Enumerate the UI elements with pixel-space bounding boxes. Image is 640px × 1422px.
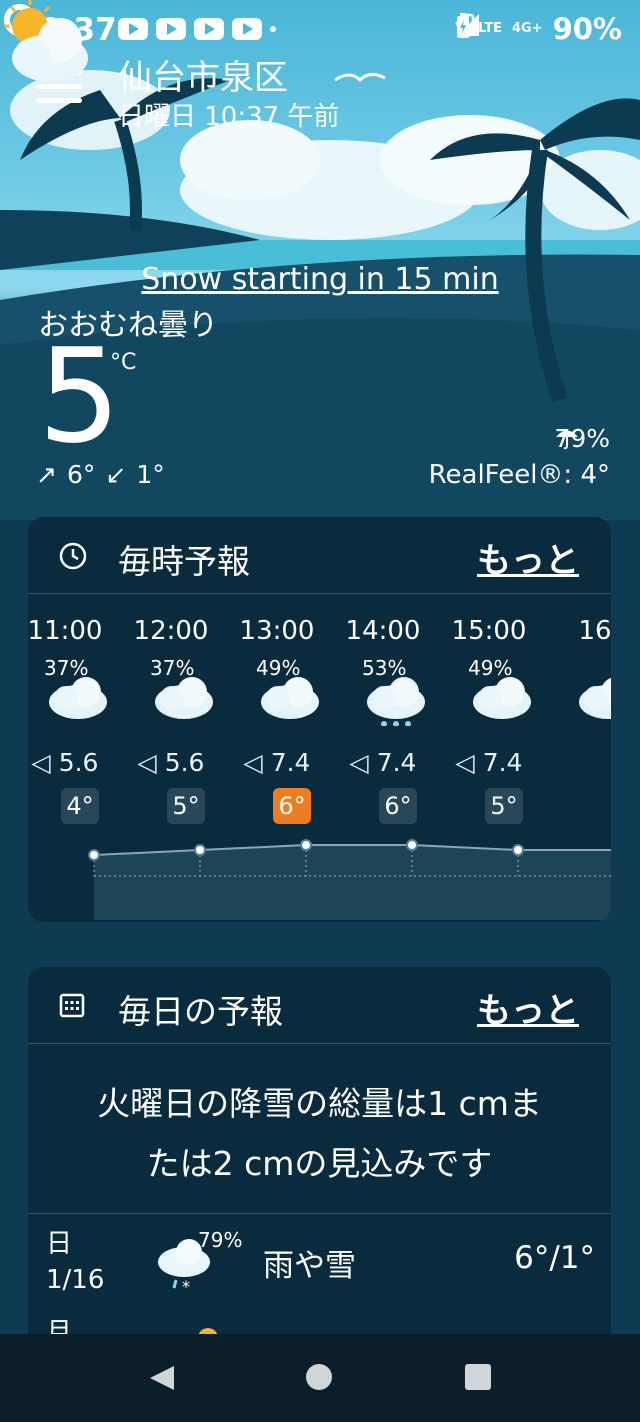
daily-day-date: 日 1/16 [46, 1226, 104, 1298]
hour-column[interactable]: 16 [542, 616, 611, 719]
wind-direction-icon: ◁ [349, 748, 377, 777]
hour-time: 16 [578, 616, 611, 646]
temperature-point [300, 839, 312, 851]
cloud-icon [154, 672, 216, 730]
calendar-icon [59, 993, 85, 1018]
cloud-icon [48, 672, 110, 730]
hourly-temperature-graph [88, 839, 611, 920]
umbrella-icon [556, 430, 579, 450]
temperature-point [512, 844, 524, 856]
system-nav-bar [0, 1334, 640, 1422]
daily-more-link[interactable]: もっと [477, 983, 579, 1032]
temperature-point [88, 849, 100, 861]
hourly-more-link[interactable]: もっと [477, 533, 579, 582]
daily-date: 1/16 [46, 1265, 105, 1295]
temperature-area [94, 845, 611, 920]
hour-wind-speed: 7.4 [482, 748, 523, 777]
battery-percent: 90% [552, 12, 622, 46]
daily-summary: 火曜日の降雪の総量は1 cmま たは2 cmの見込みです [28, 1044, 611, 1214]
daily-forecast-card: 毎日の予報 もっと 火曜日の降雪の総量は1 cmま たは2 cmの見込みです 日… [28, 967, 611, 1387]
hour-column[interactable]: 12:00 37% ◁ 5.6 [118, 616, 224, 777]
hourly-forecast-card: 毎時予報 もっと 11:00 37% ◁ 5.6 4° 12:00 37% ◁ 5.6 5° 1… [28, 517, 611, 922]
hourly-strip[interactable]: 11:00 37% ◁ 5.6 4° 12:00 37% ◁ 5.6 5° 13:00 49% ◁ … [28, 594, 611, 922]
hour-temperature-chip: 6° [379, 788, 417, 824]
arrow-down-icon: ↙ [105, 460, 127, 489]
notification-icons [118, 18, 276, 40]
hour-wind-speed: 5.6 [58, 748, 99, 777]
youtube-icon [156, 18, 186, 40]
daily-title: 毎日の予報 [118, 992, 283, 1031]
daily-precip: 79% [198, 1228, 243, 1252]
youtube-icon [232, 18, 262, 40]
hourly-header: 毎時予報 もっと [28, 517, 611, 594]
weather-hero: 10:37 Vo LTE 4G+ 90% [0, 0, 640, 520]
hour-wind: ◁ 7.4 [436, 748, 542, 777]
arrow-up-icon: ↗ [36, 460, 57, 489]
daily-summary-line-2: たは2 cmの見込みです [146, 1144, 493, 1183]
minutecast-alert-link[interactable]: Snow starting in 15 min [0, 262, 640, 297]
hour-wind: ◁ 5.6 [118, 748, 224, 777]
recents-icon[interactable] [465, 1364, 491, 1390]
hour-column[interactable]: 13:00 49% ◁ 7.4 [224, 616, 330, 777]
network-type: 4G+ [511, 21, 543, 36]
temperature-point [406, 839, 418, 851]
hour-temperature-chip: 4° [61, 788, 99, 824]
cloud-icon [578, 672, 611, 730]
realfeel-temperature: RealFeel®: 4° [428, 460, 610, 490]
cloud-icon [260, 672, 322, 730]
high-temp: 6° [66, 460, 96, 489]
temperature-unit: °C [110, 350, 137, 375]
daily-condition: 雨や雪 [263, 1248, 356, 1284]
back-icon[interactable] [148, 1364, 176, 1392]
daily-day: 日 [46, 1229, 73, 1259]
hour-time: 13:00 [239, 616, 315, 646]
cloud-icon [472, 672, 534, 730]
low-temp: 1° [136, 460, 165, 489]
partly-cloudy-icon [4, 0, 88, 82]
wind-direction-icon: ◁ [31, 748, 59, 777]
precip-probability: 79% [554, 424, 610, 453]
location-datetime: 日曜日 10:37 午前 [118, 102, 340, 132]
hour-time: 12:00 [133, 616, 209, 646]
daily-temps: 6°/1° [514, 1240, 595, 1276]
hour-column[interactable]: 14:00 53% ◁ 7.4 [330, 616, 436, 777]
hour-column[interactable]: 11:00 37% ◁ 5.6 [28, 616, 118, 777]
hour-wind: ◁ 5.6 [28, 748, 118, 777]
daily-summary-line-1: 火曜日の降雪の総量は1 cmま [97, 1084, 542, 1123]
more-notifications-icon [270, 26, 276, 32]
wind-direction-icon: ◁ [243, 748, 271, 777]
daily-header: 毎日の予報 もっと [28, 967, 611, 1044]
hour-wind-speed: 7.4 [376, 748, 417, 777]
status-right: Vo LTE 4G+ 90% [455, 12, 622, 46]
hour-wind: ◁ 7.4 [330, 748, 436, 777]
rain-cloud-icon [366, 672, 428, 730]
hour-temperature-chip: 5° [485, 788, 523, 824]
svg-text:*: * [182, 1277, 190, 1294]
hour-temperature-chip: 6° [273, 788, 311, 824]
wind-direction-icon: ◁ [137, 748, 165, 777]
hour-wind-speed: 7.4 [270, 748, 311, 777]
hour-temperature-chip: 5° [167, 788, 205, 824]
daily-row[interactable]: 日 1/16 * 79% 雨や雪 6°/1° 月 [28, 1214, 611, 1348]
hour-wind: ◁ 7.4 [224, 748, 330, 777]
high-low: ↗ 6° ↙ 1° [36, 460, 165, 489]
hour-column[interactable]: 15:00 49% ◁ 7.4 [436, 616, 542, 777]
hourly-title: 毎時予報 [118, 542, 250, 581]
hour-time: 15:00 [451, 616, 527, 646]
hour-wind-speed: 5.6 [164, 748, 205, 777]
youtube-icon [194, 18, 224, 40]
temperature-point [194, 844, 206, 856]
current-temperature: 5 [38, 320, 121, 472]
hour-time: 11:00 [28, 616, 103, 646]
location-name[interactable]: 仙台市泉区 [118, 50, 288, 99]
youtube-icon [118, 18, 148, 40]
battery-icon [457, 13, 470, 38]
hour-time: 14:00 [345, 616, 421, 646]
wind-direction-icon: ◁ [455, 748, 483, 777]
clock-icon [59, 542, 87, 570]
home-icon[interactable] [306, 1364, 332, 1390]
